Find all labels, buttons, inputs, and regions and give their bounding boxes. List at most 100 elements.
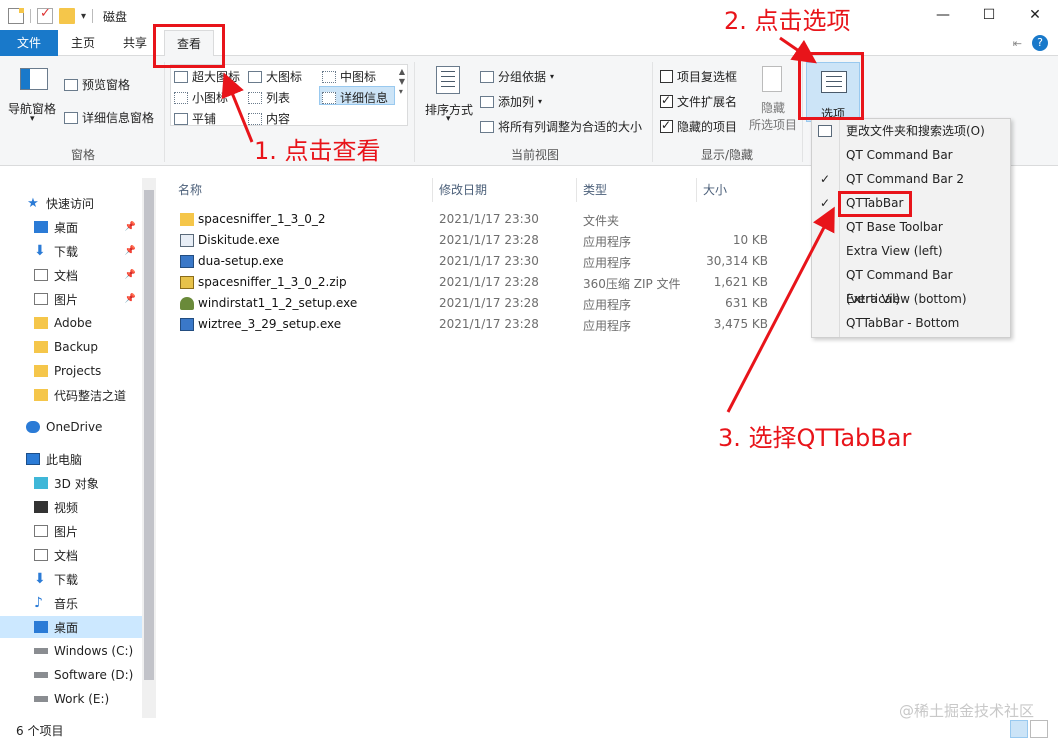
minimize-button[interactable]: — bbox=[920, 0, 966, 30]
customize-dropdown-icon[interactable]: ▾ bbox=[81, 11, 86, 22]
gallery-scroll-icon[interactable]: ▲ ▼ ▾ bbox=[399, 67, 405, 97]
layout-large-icons[interactable]: 大图标 bbox=[248, 68, 302, 85]
checkmark-icon[interactable] bbox=[37, 6, 53, 24]
file-extensions-checkbox[interactable] bbox=[660, 93, 673, 108]
hidden-items-label: 隐藏的项目 bbox=[677, 120, 738, 134]
nav-item-onedrive[interactable]: OneDrive bbox=[0, 416, 142, 438]
nav-item-drive-d[interactable]: Software (D:) bbox=[0, 664, 142, 686]
menu-item-qt-command-bar-2[interactable]: ✓ QT Command Bar 2 bbox=[812, 167, 1010, 191]
address-bar[interactable] bbox=[0, 166, 800, 176]
table-row[interactable]: spacesniffer_1_3_0_2 2021/1/17 23:30 文件夹 bbox=[158, 209, 810, 230]
layout-content[interactable]: 内容 bbox=[248, 110, 290, 127]
menu-item-qttabbar-bottom[interactable]: QTTabBar - Bottom bbox=[812, 311, 1010, 335]
folder-icon bbox=[34, 341, 48, 353]
add-columns-button[interactable]: 添加列 ▾ bbox=[480, 93, 542, 110]
nav-item-desktop[interactable]: 桌面 📌 bbox=[0, 216, 142, 238]
menu-item-qt-base-toolbar[interactable]: QT Base Toolbar bbox=[812, 215, 1010, 239]
details-pane-icon bbox=[64, 111, 78, 124]
column-header-name[interactable]: 名称 bbox=[178, 178, 202, 202]
nav-item-clean-code[interactable]: 代码整洁之道 bbox=[0, 384, 142, 406]
column-header-date[interactable]: 修改日期 bbox=[439, 178, 487, 202]
divider bbox=[164, 62, 165, 162]
layout-list[interactable]: 列表 bbox=[248, 89, 290, 106]
nav-item-documents[interactable]: 文档 📌 bbox=[0, 264, 142, 286]
hide-selected-button[interactable]: 隐藏 所选项目 bbox=[746, 100, 800, 134]
sort-by-icon[interactable] bbox=[436, 66, 460, 94]
hidden-items-checkbox[interactable] bbox=[660, 118, 673, 133]
hidden-items-toggle[interactable]: 隐藏的项目 bbox=[660, 118, 737, 135]
table-row[interactable]: windirstat1_1_2_setup.exe 2021/1/17 23:2… bbox=[158, 293, 810, 314]
new-folder-icon[interactable] bbox=[59, 8, 75, 24]
item-checkboxes-checkbox[interactable] bbox=[660, 70, 673, 83]
menu-item-qt-command-bar[interactable]: QT Command Bar bbox=[812, 143, 1010, 167]
pin-icon: 📌 bbox=[124, 294, 136, 304]
table-row[interactable]: Diskitude.exe 2021/1/17 23:28 应用程序 10 KB bbox=[158, 230, 810, 251]
watermark: @稀土掘金技术社区 bbox=[898, 702, 1034, 720]
details-view-toggle[interactable] bbox=[1010, 720, 1028, 738]
close-button[interactable]: ✕ bbox=[1012, 0, 1058, 30]
scrollbar-thumb[interactable] bbox=[144, 190, 154, 680]
hide-selected-label-1: 隐藏 bbox=[760, 101, 785, 115]
nav-item-videos[interactable]: 视频 bbox=[0, 496, 142, 518]
nav-item-documents-pc[interactable]: 文档 bbox=[0, 544, 142, 566]
table-row[interactable]: spacesniffer_1_3_0_2.zip 2021/1/17 23:28… bbox=[158, 272, 810, 293]
chevron-down-icon[interactable]: ▾ bbox=[446, 114, 451, 124]
item-checkboxes-label: 项目复选框 bbox=[677, 70, 738, 84]
installer-icon bbox=[180, 318, 194, 331]
item-checkboxes-toggle[interactable]: 项目复选框 bbox=[660, 68, 737, 85]
layout-extra-large-icons[interactable]: 超大图标 bbox=[174, 68, 240, 85]
file-extensions-toggle[interactable]: 文件扩展名 bbox=[660, 93, 737, 110]
divider bbox=[652, 62, 653, 162]
tab-home[interactable]: 主页 bbox=[60, 30, 106, 56]
column-header-type[interactable]: 类型 bbox=[583, 178, 607, 202]
properties-icon[interactable] bbox=[8, 8, 24, 24]
nav-item-projects[interactable]: Projects bbox=[0, 360, 142, 382]
tab-file[interactable]: 文件 bbox=[0, 30, 58, 56]
nav-item-pictures[interactable]: 图片 📌 bbox=[0, 288, 142, 310]
nav-scrollbar[interactable] bbox=[142, 178, 156, 718]
video-icon bbox=[34, 501, 48, 513]
layout-small-icons[interactable]: 小图标 bbox=[174, 89, 228, 106]
menu-item-folder-options[interactable]: 更改文件夹和搜索选项(O) bbox=[812, 119, 1010, 143]
large-icons-view-toggle[interactable] bbox=[1030, 720, 1048, 738]
nav-item-drive-c[interactable]: Windows (C:) bbox=[0, 640, 142, 662]
details-pane-button[interactable]: 详细信息窗格 bbox=[64, 109, 154, 126]
layout-details[interactable]: 详细信息 bbox=[322, 89, 388, 106]
nav-item-quick-access[interactable]: ★ 快速访问 bbox=[0, 192, 142, 214]
table-row[interactable]: wiztree_3_29_setup.exe 2021/1/17 23:28 应… bbox=[158, 314, 810, 335]
pin-ribbon-icon[interactable]: ⇤ bbox=[1013, 37, 1022, 50]
nav-item-this-pc[interactable]: 此电脑 bbox=[0, 448, 142, 470]
layout-tiles[interactable]: 平铺 bbox=[174, 110, 216, 127]
group-by-button[interactable]: 分组依据 ▾ bbox=[480, 68, 554, 85]
nav-item-3d-objects[interactable]: 3D 对象 bbox=[0, 472, 142, 494]
tab-share[interactable]: 共享 bbox=[112, 30, 158, 56]
nav-item-desktop-pc[interactable]: 桌面 bbox=[0, 616, 142, 638]
fit-columns-button[interactable]: 将所有列调整为合适的大小 bbox=[480, 118, 642, 135]
nav-item-adobe[interactable]: Adobe bbox=[0, 312, 142, 334]
table-row[interactable]: dua-setup.exe 2021/1/17 23:30 应用程序 30,31… bbox=[158, 251, 810, 272]
file-size: 631 KB bbox=[725, 296, 768, 310]
maximize-button[interactable]: ☐ bbox=[966, 0, 1012, 30]
column-header-size[interactable]: 大小 bbox=[703, 178, 727, 202]
hide-selected-icon bbox=[762, 66, 782, 92]
divider bbox=[432, 178, 433, 202]
chevron-down-icon[interactable]: ▾ bbox=[30, 114, 35, 124]
menu-item-extra-view-bottom[interactable]: Extra View (bottom) bbox=[812, 287, 1010, 311]
nav-item-downloads-pc[interactable]: ⬇ 下载 bbox=[0, 568, 142, 590]
nav-item-label: 桌面 bbox=[54, 620, 79, 635]
nav-item-downloads[interactable]: ⬇ 下载 📌 bbox=[0, 240, 142, 262]
nav-item-label: 下载 bbox=[54, 244, 79, 259]
navigation-pane-icon[interactable] bbox=[20, 68, 48, 90]
help-icon[interactable]: ? bbox=[1032, 35, 1048, 51]
nav-item-pictures-pc[interactable]: 图片 bbox=[0, 520, 142, 542]
add-columns-icon bbox=[480, 95, 494, 108]
menu-item-extra-view-left[interactable]: Extra View (left) bbox=[812, 239, 1010, 263]
nav-item-label: Software (D:) bbox=[54, 668, 134, 682]
nav-item-drive-e[interactable]: Work (E:) bbox=[0, 688, 142, 710]
preview-pane-button[interactable]: 预览窗格 bbox=[64, 76, 130, 93]
layout-medium-icons[interactable]: 中图标 bbox=[322, 68, 376, 85]
nav-item-music[interactable]: ♪ 音乐 bbox=[0, 592, 142, 614]
application-icon bbox=[180, 234, 194, 247]
menu-item-qt-command-bar-vertical[interactable]: QT Command Bar (vertical) bbox=[812, 263, 1010, 306]
nav-item-backup[interactable]: Backup bbox=[0, 336, 142, 358]
